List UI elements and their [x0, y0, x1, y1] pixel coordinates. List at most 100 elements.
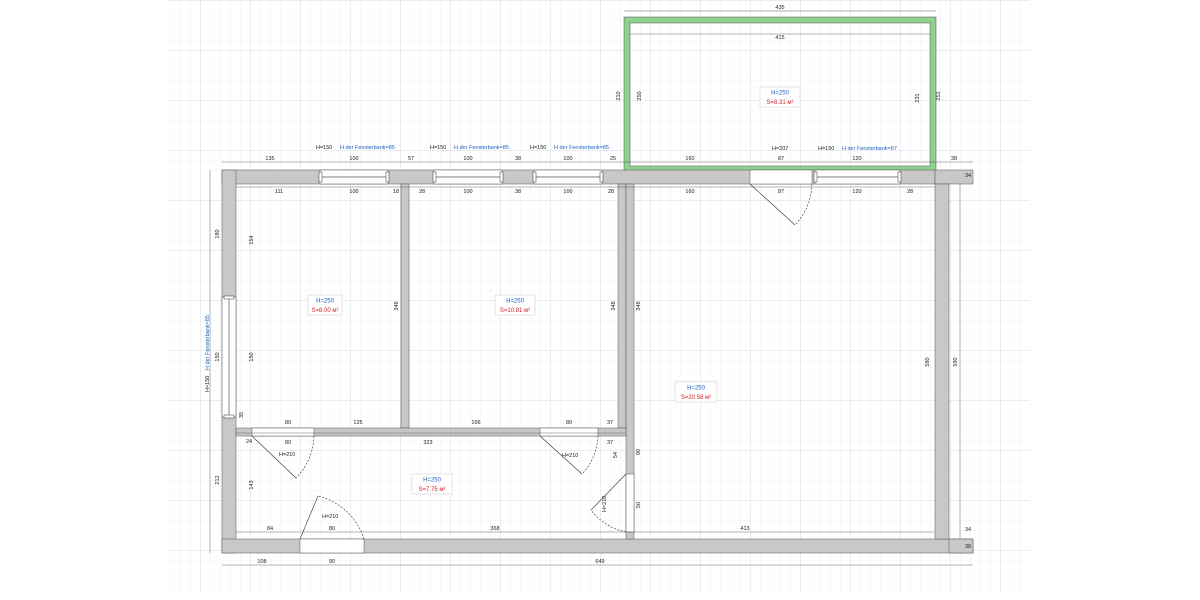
dim-left-0: 180	[215, 229, 221, 238]
dim-top-outer-2: 57	[408, 156, 414, 162]
dim-interior-1: 348	[611, 301, 617, 310]
door-room-2-label: H=210	[562, 453, 578, 459]
window-1-sill: H der Fensterbank=85	[340, 145, 395, 151]
dim-top-inner-10: 120	[852, 189, 861, 195]
dim-top-outer-8: 87	[778, 156, 784, 162]
dim-interior-16: 368	[490, 526, 499, 532]
wall-right	[934, 183, 950, 540]
dim-left-6: 212	[215, 475, 221, 484]
dim-top-inner-6: 100	[563, 189, 572, 195]
dim-balcony-0: 435	[775, 5, 784, 11]
floor-plan-canvas: H=250 S=8.00 м² H=250 S=10.81 м² H=250 S…	[168, 0, 1030, 592]
dim-top-inner-8: 160	[685, 189, 694, 195]
dim-interior-14: 84	[267, 526, 273, 532]
room-2-area: S=10.81 м²	[500, 308, 530, 314]
door-room-3-label: H=210	[602, 496, 608, 512]
dim-interior-15: 80	[329, 526, 335, 532]
window-3-height: H=150	[530, 145, 546, 151]
dim-right-2: 590	[953, 357, 959, 366]
window-3	[532, 169, 604, 185]
partition-1	[400, 183, 410, 429]
window-5	[221, 295, 237, 419]
balcony-label: H=250 S=8.31 м²	[759, 86, 801, 108]
dim-top-inner-9: 87	[778, 189, 784, 195]
door-room-1-label: H=210	[279, 452, 295, 458]
balcony-height: H=250	[771, 91, 790, 97]
room-3-height: H=250	[687, 386, 706, 392]
dim-top-outer-9: 120	[852, 156, 861, 162]
room-2-label: H=250 S=10.81 м²	[494, 294, 536, 316]
room-1-height: H=250	[316, 299, 335, 305]
dim-interior-8: 80	[566, 420, 572, 426]
window-2-sill: H der Fensterbank=85	[454, 145, 509, 151]
dim-left-4: 35	[239, 412, 245, 418]
window-3-sill: H der Fensterbank=85	[554, 145, 609, 151]
dim-top-inner-1: 100	[349, 189, 358, 195]
dim-right-0: 34	[965, 173, 971, 179]
dim-balcony-3: 250	[637, 91, 643, 100]
room-1-label: H=250 S=8.00 м²	[307, 294, 343, 316]
dim-interior-10: 37	[607, 440, 613, 446]
dim-interior-4: 125	[353, 420, 362, 426]
dim-interior-2: 348	[636, 301, 642, 310]
window-1-height: H=150	[316, 145, 332, 151]
window-2-height: H=150	[430, 145, 446, 151]
dim-left-2: 150	[215, 352, 221, 361]
dim-bottom-1: 90	[329, 559, 335, 565]
dim-top-outer-3: 100	[463, 156, 472, 162]
dim-interior-9: 37	[607, 420, 613, 426]
room-3-area: S=20.58 м²	[681, 395, 711, 401]
dim-balcony-1: 415	[775, 35, 784, 41]
dim-top-inner-0: 111	[275, 189, 283, 195]
window-1	[318, 169, 390, 185]
dim-top-inner-4: 100	[463, 189, 472, 195]
dim-top-inner-3: 28	[419, 189, 425, 195]
dim-balcony-4: 231	[915, 93, 921, 102]
dim-top-inner-2: 18	[393, 189, 399, 195]
dim-interior-6: 323	[423, 440, 432, 446]
dim-left-3: 150	[249, 352, 255, 361]
dim-interior-12: 90	[636, 449, 642, 455]
dim-balcony-5: 251	[936, 91, 942, 100]
dim-top-outer-4: 38	[515, 156, 521, 162]
dim-interior-3: 80	[285, 420, 291, 426]
window-4-sill: H der Fensterbank=87	[842, 146, 897, 152]
dim-right-4: 38	[965, 544, 971, 550]
dim-top-inner-5: 38	[515, 189, 521, 195]
dim-right-1: 580	[925, 357, 931, 366]
dim-interior-0: 348	[394, 301, 400, 310]
window-4-height: H=150	[818, 146, 834, 152]
hall-area: S=7.75 м²	[419, 487, 446, 493]
dim-right-3: 34	[965, 527, 971, 533]
balcony-area: S=8.31 м²	[767, 100, 794, 106]
hall-label: H=250 S=7.75 м²	[411, 473, 453, 495]
room-3-label: H=250 S=20.58 м²	[674, 381, 718, 403]
dim-top-outer-6: 25	[610, 156, 616, 162]
dim-bottom-2: 649	[595, 559, 604, 565]
dim-interior-11: 54	[613, 452, 619, 458]
window-4	[813, 169, 902, 185]
room-2-height: H=250	[506, 299, 525, 305]
door-balcony-label: H=207	[772, 146, 788, 152]
grid-background	[168, 0, 1030, 592]
dim-interior-13: 50	[636, 502, 642, 508]
dim-top-inner-11: 28	[907, 189, 913, 195]
dim-interior-7: 166	[471, 420, 480, 426]
dim-bottom-0: 108	[257, 559, 266, 565]
room-1-area: S=8.00 м²	[312, 308, 339, 314]
door-entrance-label: H=210	[322, 514, 338, 520]
dim-left-7: 143	[249, 480, 255, 489]
partition-2	[617, 183, 627, 429]
dim-left-1: 154	[249, 235, 255, 244]
dim-top-outer-10: 38	[951, 156, 957, 162]
dim-interior-17: 413	[740, 526, 749, 532]
window-2	[432, 169, 504, 185]
dim-interior-5: 80	[285, 440, 291, 446]
dim-top-outer-0: 135	[265, 156, 274, 162]
dim-top-outer-5: 100	[563, 156, 572, 162]
dim-left-5: 24	[246, 439, 252, 445]
hall-height: H=250	[423, 478, 442, 484]
dim-top-outer-7: 160	[685, 156, 694, 162]
dim-top-inner-7: 28	[608, 189, 614, 195]
dim-top-outer-1: 100	[349, 156, 358, 162]
